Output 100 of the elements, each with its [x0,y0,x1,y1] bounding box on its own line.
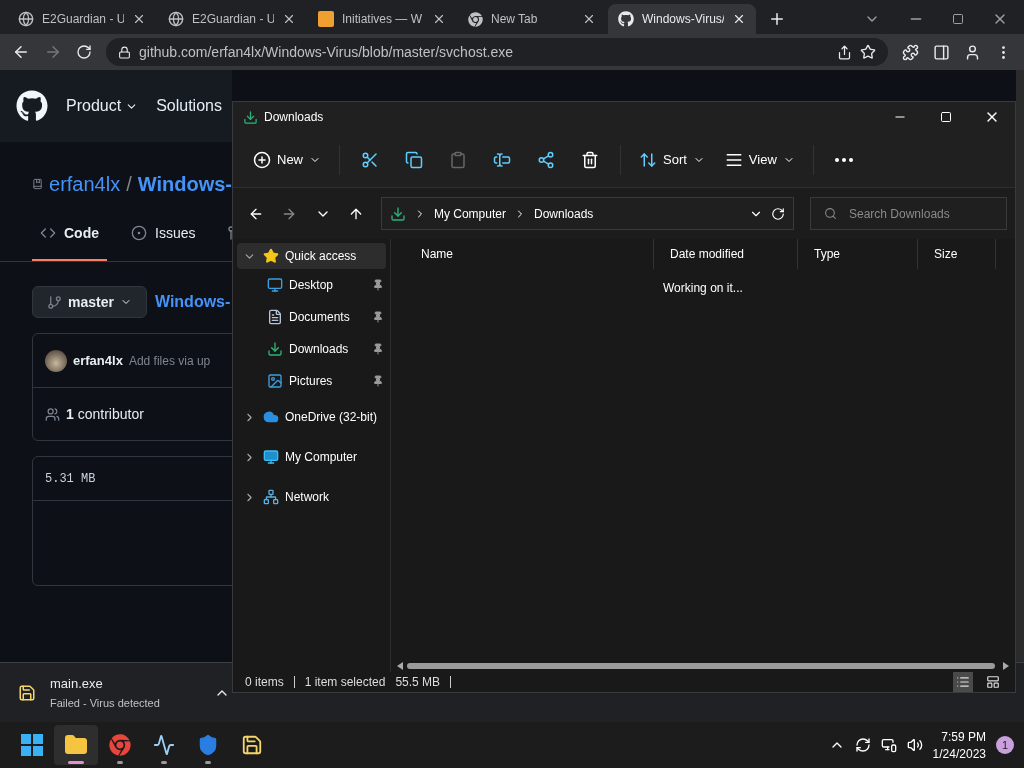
search-field[interactable]: Search Downloads [810,197,1007,230]
close-icon[interactable] [132,12,146,26]
repo-tab[interactable]: Issues [123,206,204,261]
download-icon [389,205,406,222]
github-logo-icon[interactable] [16,90,48,122]
file-icon [18,683,36,702]
floppy-icon [241,734,263,756]
github-icon [618,11,634,27]
side-panel-icon[interactable] [933,43,950,61]
list-icon [956,675,970,689]
contributors-text: 1 contributor [66,406,144,422]
download-icon [243,109,258,125]
tree-item[interactable]: Downloads [237,333,386,365]
tree-item[interactable]: Documents [237,301,386,333]
path-link[interactable]: Windows- [154,293,231,311]
nav-link[interactable]: Solutions [156,97,222,115]
forward-icon[interactable] [44,43,62,61]
share-icon[interactable] [837,44,852,60]
close-icon[interactable] [582,12,596,26]
column-header[interactable]: Size [918,239,996,269]
repo-link[interactable]: Windows- [137,172,232,196]
scrollbar-thumb[interactable] [407,663,995,669]
close-icon[interactable] [282,12,296,26]
refresh-icon[interactable] [771,206,785,221]
item-count: 0 items [245,675,284,689]
issue-icon [131,224,147,241]
clock-date[interactable]: 1/24/2023 [932,746,986,761]
network-icon[interactable] [880,737,897,753]
new-button[interactable]: New [245,142,329,177]
selection-count: 1 item selected [304,675,386,689]
star-icon[interactable] [860,44,876,60]
back-icon[interactable] [12,43,30,61]
sort-button[interactable]: Sort [631,142,713,177]
folder-icon [64,733,88,757]
puzzle-icon[interactable] [902,43,919,61]
view-button[interactable]: View [716,142,803,177]
address-field[interactable]: My Computer Downloads [380,197,794,230]
file-size: 5.31 MB [45,471,96,486]
people-icon [45,406,60,422]
browser-tab[interactable]: E2Guardian - U [158,4,306,34]
repo-tab[interactable]: Code [32,206,107,261]
author-link[interactable]: erfan4lx [73,353,123,368]
column-header[interactable]: Name [405,239,654,269]
more-icon [834,157,853,162]
monitor-icon [263,449,279,465]
download-status: Failed - Virus detected [50,697,161,709]
star-icon [263,248,279,264]
owner-link[interactable]: erfan4lx [49,172,121,196]
desktop-icon [267,277,283,293]
maximize-icon[interactable] [940,111,952,123]
details-view-button[interactable] [953,672,973,692]
running-indicator [205,761,211,764]
reload-icon[interactable] [76,44,92,60]
cut-icon [361,150,379,169]
new-tab-icon[interactable] [768,10,786,28]
scrollbar[interactable] [1016,70,1024,662]
volume-icon[interactable] [906,737,923,753]
site-icon [318,11,334,27]
clock-time[interactable]: 7:59 PM [941,729,986,744]
taskbar-app[interactable] [54,725,98,765]
scroll-left-icon[interactable] [397,662,403,670]
window-title: Downloads [264,110,324,124]
scroll-right-icon[interactable] [1003,662,1009,670]
browser-tab[interactable]: Initiatives — W [308,4,456,34]
chrome-icon [468,11,483,27]
browser-tab[interactable]: New Tab [458,4,606,34]
tree-item[interactable]: Quick access [237,243,386,269]
running-indicator [117,761,123,764]
profile-icon[interactable] [964,43,981,61]
tree-item[interactable]: OneDrive (32-bit) [237,397,386,437]
tiles-icon [986,675,1000,689]
search-icon [824,207,837,220]
column-header[interactable]: Type [798,239,918,269]
loading-message: Working on it... [663,281,743,295]
close-icon[interactable] [432,12,446,26]
windows-logo-icon [21,734,43,756]
picture-icon [267,373,283,389]
branch-button[interactable]: master [32,286,147,318]
rename-icon [493,150,511,169]
column-header[interactable]: Date modified [654,239,798,269]
globe-icon [18,11,34,27]
sync-icon[interactable] [854,737,871,753]
shield-icon [197,734,219,756]
running-indicator [68,761,84,764]
breadcrumb-item[interactable]: My Computer [433,206,506,221]
browser-tab[interactable]: E2Guardian - U [8,4,156,34]
breadcrumb-item[interactable]: Downloads [533,206,594,221]
nav-link[interactable]: Product [66,97,139,115]
tree-item[interactable]: My Computer [237,437,386,477]
notification-badge[interactable]: 1 [996,736,1014,754]
tree-item[interactable]: Pictures [237,365,386,397]
tree-item[interactable]: Desktop [237,269,386,301]
copy-icon [405,150,423,169]
document-icon [267,309,283,325]
restore-icon[interactable] [952,13,964,25]
close-icon[interactable] [732,12,746,26]
download-name[interactable]: main.exe [50,676,200,691]
sort-icon [639,150,657,169]
tree-item[interactable]: Network [237,477,386,517]
address-field[interactable]: github.com/erfan4lx/Windows-Virus/blob/master/svchost.exe [106,38,888,66]
